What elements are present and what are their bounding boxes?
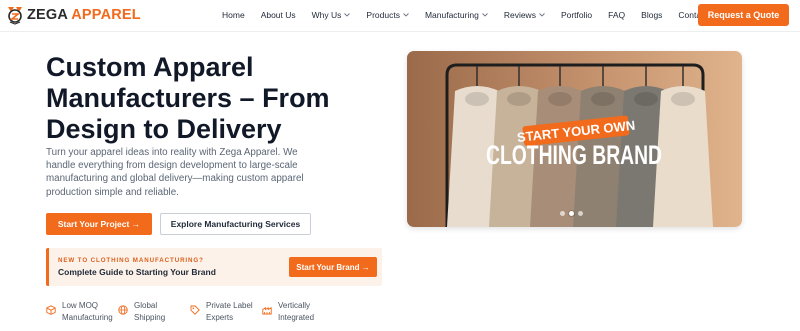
feature-label: Private Label (206, 301, 253, 310)
request-quote-button[interactable]: Request a Quote (698, 4, 789, 26)
nav-why-us[interactable]: Why Us (312, 10, 351, 20)
brand-guide-callout: NEW TO CLOTHING MANUFACTURING? Complete … (46, 248, 382, 286)
feature-item: Private Label Experts (190, 300, 262, 323)
logo-icon (8, 7, 22, 25)
nav-label: Home (222, 10, 245, 20)
nav-manufacturing[interactable]: Manufacturing (425, 10, 488, 20)
hero-description: Turn your apparel ideas into reality wit… (46, 147, 304, 198)
nav-blogs[interactable]: Blogs (641, 10, 662, 20)
slide-headline: CLOTHING BRAND (486, 140, 662, 170)
logo-name-part1: ZEGA (27, 7, 68, 23)
chevron-down-icon (403, 13, 409, 17)
box-icon (46, 305, 56, 315)
feature-label: Low MOQ (62, 301, 99, 310)
nav-about-us[interactable]: About Us (261, 10, 296, 20)
nav-portfolio[interactable]: Portfolio (561, 10, 592, 20)
feature-item: Global Shipping (118, 300, 190, 323)
factory-icon (262, 306, 272, 315)
site-header: ZEGA APPAREL Home About Us Why Us Produc… (0, 0, 800, 32)
nav-label: FAQ (608, 10, 626, 20)
chevron-down-icon (482, 13, 488, 17)
feature-item: Vertically Integrated (262, 300, 334, 323)
feature-label: Experts (206, 312, 234, 322)
slider-dot-active[interactable] (569, 211, 574, 216)
feature-label: Shipping (134, 312, 166, 322)
callout-title: Complete Guide to Starting Your Brand (58, 267, 216, 277)
start-project-button[interactable]: Start Your Project → (46, 213, 152, 235)
hero-slide-image: START YOUR OWN CLOTHING BRAND (407, 51, 742, 227)
feature-label: Integrated (278, 312, 315, 322)
hero-title-line: Custom Apparel (46, 52, 254, 82)
feature-label: Manufacturing (62, 312, 113, 322)
hero-title-line: Design to Delivery (46, 114, 282, 144)
feature-list: Low MOQ Manufacturing Global Shipping Pr… (46, 300, 334, 323)
nav-faq[interactable]: FAQ (608, 10, 625, 20)
tag-icon (190, 305, 200, 315)
nav-label: Products (366, 10, 400, 20)
hero-title: Custom Apparel Manufacturers – From Desi… (46, 52, 346, 145)
hero-title-line: Manufacturers – From (46, 83, 330, 113)
hero-image-slider[interactable]: START YOUR OWN CLOTHING BRAND (407, 51, 742, 227)
logo-name-part2: APPAREL (71, 7, 141, 23)
nav-label: Portfolio (560, 10, 593, 20)
feature-item: Low MOQ Manufacturing (46, 300, 118, 323)
nav-label: Reviews (503, 10, 536, 20)
main-nav: Home About Us Why Us Products Manufactur… (222, 10, 708, 20)
brand-logo[interactable]: ZEGA APPAREL (6, 5, 141, 25)
chevron-down-icon (539, 13, 545, 17)
nav-label: Manufacturing (424, 10, 479, 20)
nav-home[interactable]: Home (222, 10, 245, 20)
slider-dot[interactable] (560, 211, 565, 216)
nav-products[interactable]: Products (366, 10, 409, 20)
nav-label: About Us (260, 10, 296, 20)
nav-label: Why Us (311, 10, 342, 20)
callout-eyebrow: NEW TO CLOTHING MANUFACTURING? (58, 257, 204, 264)
feature-label: Vertically (278, 301, 311, 310)
chevron-down-icon (344, 13, 351, 17)
start-brand-button[interactable]: Start Your Brand → (289, 257, 377, 277)
slider-dot[interactable] (578, 211, 583, 216)
slider-dots (560, 211, 583, 216)
explore-services-button[interactable]: Explore Manufacturing Services (160, 213, 311, 235)
nav-reviews[interactable]: Reviews (504, 10, 545, 20)
globe-icon (118, 305, 128, 315)
feature-label: Global (134, 301, 158, 310)
nav-label: Blogs (641, 10, 663, 20)
